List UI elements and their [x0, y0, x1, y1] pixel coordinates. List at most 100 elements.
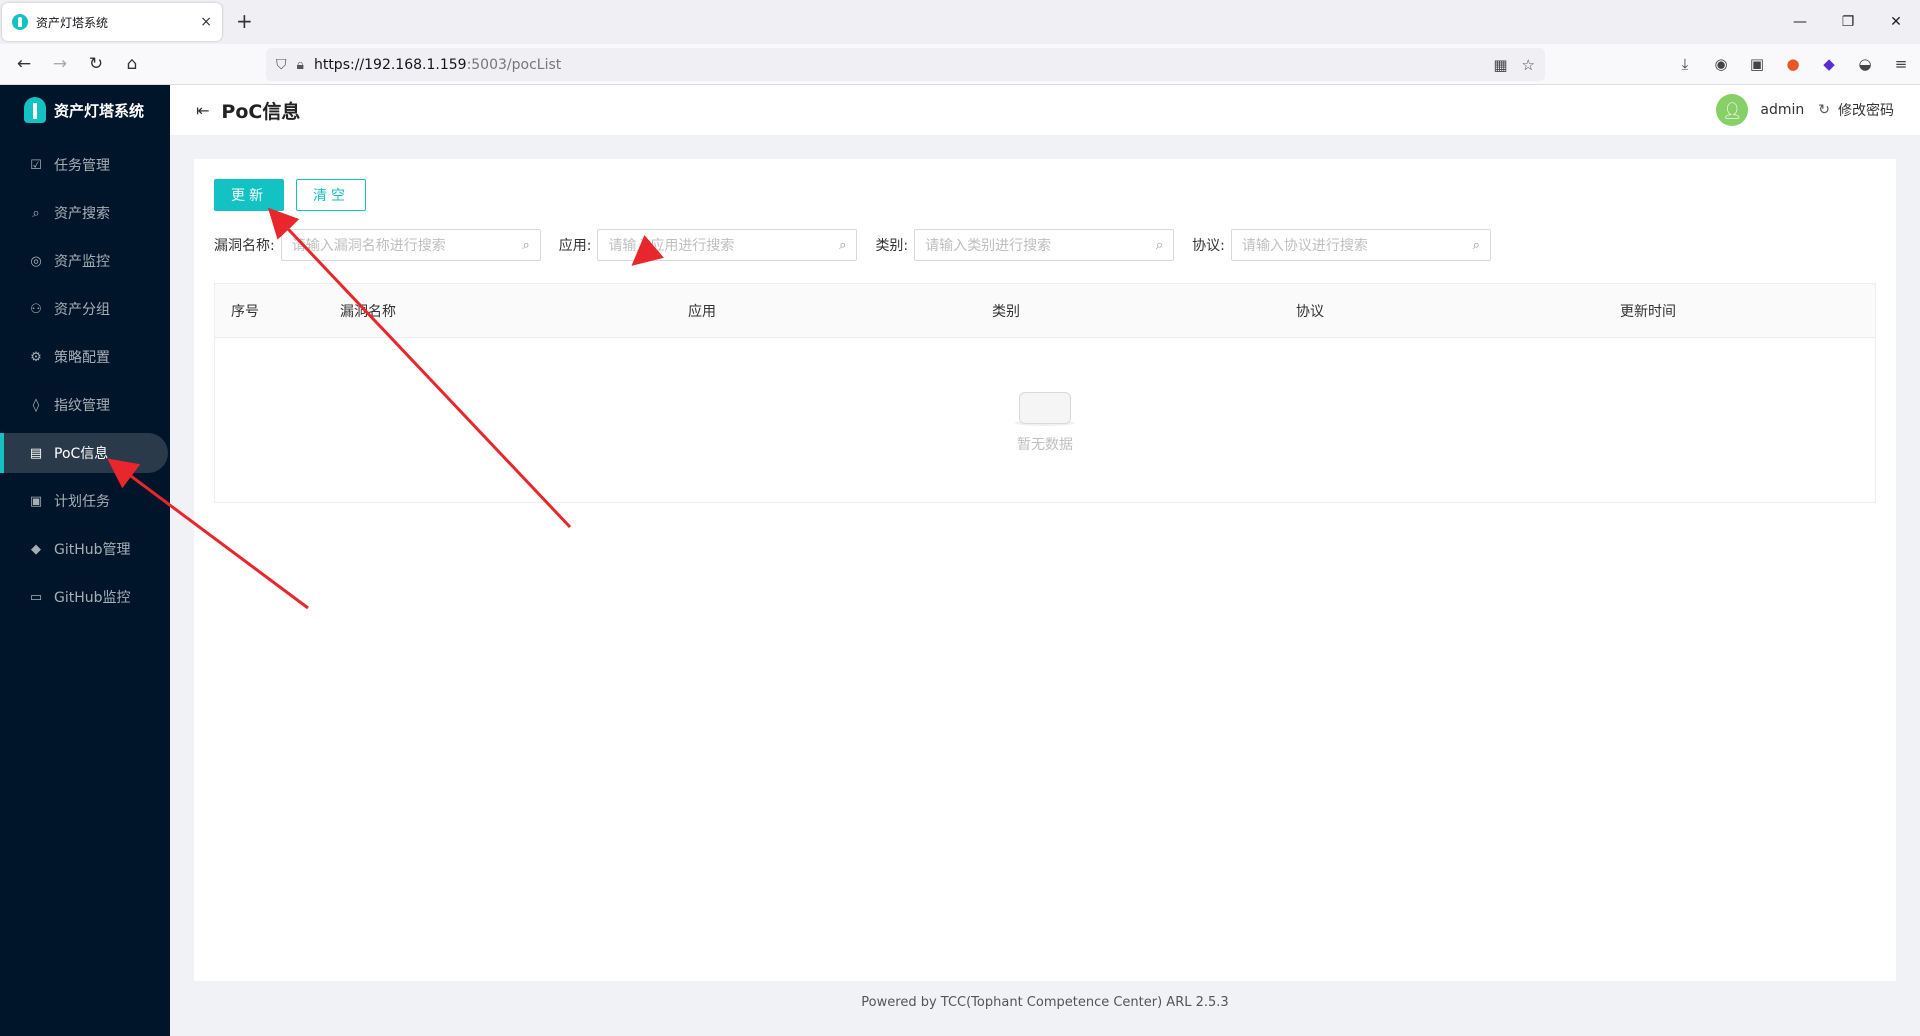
- home-icon[interactable]: ⌂: [114, 54, 150, 74]
- app-root: 资产灯塔系统 ☑ 任务管理 ⌕ 资产搜索 ◎ 资产监控 ⚇ 资产分组 ⚙ 策略配置 ◊ 指纹…: [0, 85, 1920, 1036]
- footer: Powered by TCC(Tophant Competence Center…: [861, 995, 1229, 1010]
- extension-orange-icon[interactable]: ●: [1782, 53, 1804, 75]
- address-bar[interactable]: ⛉ 🔒︎ https://192.168.1.159:5003/pocList …: [266, 48, 1545, 81]
- sidebar-item-asset-search[interactable]: ⌕ 资产搜索: [0, 193, 170, 233]
- logo[interactable]: 资产灯塔系统: [0, 85, 170, 135]
- sidebar-item-label: 任务管理: [54, 158, 110, 174]
- placeholder: 请输入应用进行搜索: [608, 238, 735, 254]
- placeholder: 请输入协议进行搜索: [1241, 238, 1368, 254]
- menu-fold-icon[interactable]: ⇤: [196, 101, 209, 120]
- filter-app: 应用: 请输入应用进行搜索 ⌕: [559, 229, 858, 261]
- sidebar-item-label: 资产监控: [54, 254, 110, 270]
- browser-navbar: ← → ↻ ⌂ ⛉ 🔒︎ https://192.168.1.159:5003/…: [0, 44, 1920, 85]
- sidebar-item-scheduled-tasks[interactable]: ▣ 计划任务: [0, 481, 170, 521]
- extension-hat-icon[interactable]: ◒: [1854, 53, 1876, 75]
- column-header-index: 序号: [231, 304, 259, 320]
- schedule-icon: ▣: [29, 493, 43, 509]
- avatar[interactable]: 👤︎: [1716, 94, 1749, 126]
- tab-title: 资产灯塔系统: [36, 15, 109, 30]
- qr-code-icon[interactable]: ▦: [1493, 56, 1507, 74]
- app-search-input[interactable]: 请输入应用进行搜索 ⌕: [597, 229, 858, 261]
- sidebar-item-label: PoC信息: [54, 446, 109, 462]
- reload-icon[interactable]: ↻: [78, 54, 114, 74]
- clear-button[interactable]: 清空: [296, 179, 366, 211]
- browser-tab[interactable]: 资产灯塔系统 ×: [2, 3, 222, 41]
- back-arrow-icon[interactable]: ←: [6, 54, 42, 74]
- new-tab-icon[interactable]: +: [236, 10, 253, 32]
- search-icon[interactable]: ⌕: [839, 238, 846, 253]
- minimize-icon[interactable]: —: [1776, 0, 1824, 44]
- search-icon: ⌕: [32, 205, 40, 221]
- bookmark-star-icon[interactable]: ☆: [1522, 56, 1535, 74]
- page-header: ⇤ PoC信息 👤︎ admin ↻ 修改密码: [170, 85, 1920, 135]
- monitor-icon: ◎: [30, 253, 42, 269]
- shield-icon[interactable]: ⛉: [276, 57, 287, 73]
- url-host: https://192.168.1.159: [313, 56, 467, 73]
- address-bar-actions: ▦ ☆: [1493, 56, 1535, 74]
- sidebar-item-asset-monitor[interactable]: ◎ 资产监控: [0, 241, 170, 281]
- search-icon[interactable]: ⌕: [522, 238, 529, 253]
- tab-close-icon[interactable]: ×: [200, 14, 212, 30]
- lock-icon[interactable]: 🔒︎: [297, 57, 304, 73]
- url-path: :5003/pocList: [466, 56, 562, 73]
- filter-label: 类别:: [875, 238, 909, 254]
- sidebar-item-task-management[interactable]: ☑ 任务管理: [0, 145, 170, 185]
- filter-vuln-name: 漏洞名称: 请输入漏洞名称进行搜索 ⌕: [214, 229, 541, 261]
- extension-circle-icon[interactable]: ◉: [1710, 53, 1732, 75]
- lighthouse-logo-icon: [24, 97, 46, 123]
- sidebar-item-github-monitor[interactable]: ▭ GitHub监控: [0, 577, 170, 617]
- filter-category: 类别: 请输入类别进行搜索 ⌕: [875, 229, 1175, 261]
- filter-label: 漏洞名称:: [214, 238, 275, 254]
- column-header-update-time: 更新时间: [1620, 304, 1676, 320]
- sidebar-item-github-management[interactable]: ◆ GitHub管理: [0, 529, 170, 569]
- search-icon[interactable]: ⌕: [1473, 238, 1480, 253]
- group-icon: ⚇: [30, 301, 42, 317]
- extension-purple-icon[interactable]: ◆: [1818, 53, 1840, 75]
- sidebar: 资产灯塔系统 ☑ 任务管理 ⌕ 资产搜索 ◎ 资产监控 ⚇ 资产分组 ⚙ 策略配置 ◊ 指纹…: [0, 85, 170, 1036]
- empty-text: 暂无数据: [1017, 437, 1073, 453]
- window-controls: — ❐ ✕: [1776, 0, 1920, 44]
- sidebar-item-fingerprint[interactable]: ◊ 指纹管理: [0, 385, 170, 425]
- task-icon: ☑: [30, 157, 42, 173]
- protocol-search-input[interactable]: 请输入协议进行搜索 ⌕: [1230, 229, 1491, 261]
- window-close-icon[interactable]: ✕: [1872, 0, 1920, 44]
- sidebar-menu: ☑ 任务管理 ⌕ 资产搜索 ◎ 资产监控 ⚇ 资产分组 ⚙ 策略配置 ◊ 指纹管理 ▤ PoC…: [0, 145, 170, 617]
- sidebar-item-label: GitHub管理: [54, 542, 131, 558]
- git-icon: ◆: [31, 541, 41, 557]
- update-button[interactable]: 更新: [214, 179, 284, 211]
- toolbar: 更新 清空: [214, 179, 366, 211]
- table-header: 序号 漏洞名称 应用 类别 协议 更新时间: [215, 284, 1875, 338]
- forward-arrow-icon[interactable]: →: [42, 54, 78, 74]
- extension-toolbar: ⤓ ◉ ▣ ● ◆ ◒ ≡: [1674, 53, 1912, 75]
- url-text[interactable]: https://192.168.1.159:5003/pocList: [314, 57, 561, 73]
- download-icon[interactable]: ⤓: [1674, 53, 1696, 75]
- fingerprint-icon: ◊: [32, 397, 40, 413]
- change-password-link[interactable]: 修改密码: [1838, 100, 1894, 120]
- vuln-name-search-input[interactable]: 请输入漏洞名称进行搜索 ⌕: [280, 229, 541, 261]
- sidebar-item-poc-info[interactable]: ▤ PoC信息: [0, 433, 168, 473]
- lighthouse-favicon-icon: [12, 14, 28, 30]
- sidebar-item-asset-group[interactable]: ⚇ 资产分组: [0, 289, 170, 329]
- filter-label: 协议:: [1192, 238, 1225, 254]
- search-icon[interactable]: ⌕: [1156, 238, 1163, 253]
- restore-icon[interactable]: ❐: [1824, 0, 1872, 44]
- filter-protocol: 协议: 请输入协议进行搜索 ⌕: [1192, 229, 1491, 261]
- category-search-input[interactable]: 请输入类别进行搜索 ⌕: [914, 229, 1175, 261]
- document-icon: ▤: [29, 445, 43, 461]
- sidebar-item-label: 资产分组: [54, 302, 110, 318]
- user-area: 👤︎ admin ↻ 修改密码: [1716, 94, 1894, 126]
- sidebar-item-label: 资产搜索: [54, 206, 110, 222]
- extension-dark-icon[interactable]: ▣: [1746, 53, 1768, 75]
- sidebar-item-label: 计划任务: [54, 494, 110, 510]
- poc-table: 序号 漏洞名称 应用 类别 协议 更新时间 暂无数据: [214, 283, 1876, 503]
- column-header-app: 应用: [688, 304, 716, 320]
- settings-icon: ⚙: [30, 349, 42, 365]
- username[interactable]: admin: [1760, 102, 1804, 118]
- sidebar-item-label: 指纹管理: [54, 398, 110, 414]
- empty-state: 暂无数据: [215, 338, 1875, 502]
- menu-hamburger-icon[interactable]: ≡: [1890, 53, 1912, 75]
- sidebar-item-policy-config[interactable]: ⚙ 策略配置: [0, 337, 170, 377]
- sidebar-item-label: GitHub监控: [54, 590, 131, 606]
- refresh-icon: ↻: [1818, 102, 1830, 118]
- screen-icon: ▭: [29, 589, 43, 605]
